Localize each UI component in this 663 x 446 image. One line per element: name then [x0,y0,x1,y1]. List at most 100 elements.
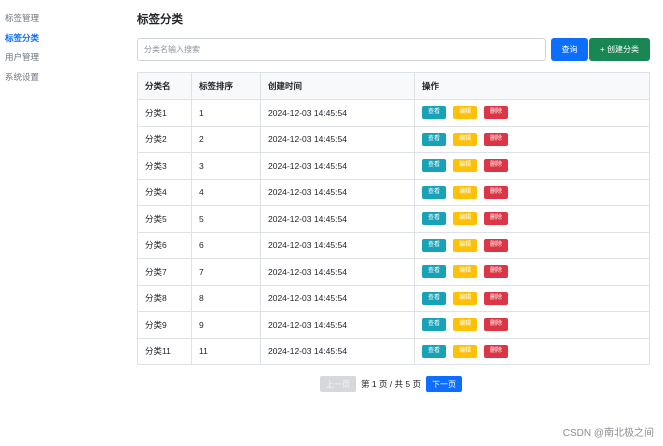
delete-button[interactable]: 删除 [484,344,509,358]
cell-tag-order: 11 [191,337,261,365]
view-button[interactable]: 查看 [422,212,447,226]
category-table: 分类名 标签排序 创建时间 操作 分类1 1 2024-12-03 14:45:54… [137,72,650,365]
sidebar: 标签管理 标签分类 用户管理 系统设置 [0,0,120,87]
view-button[interactable]: 查看 [422,265,447,279]
edit-button[interactable]: 编辑 [453,106,478,120]
delete-button[interactable]: 删除 [484,212,509,226]
cell-actions: 查看 编辑 删除 [414,178,650,206]
header-actions: 操作 [414,72,650,100]
delete-button[interactable]: 删除 [484,185,509,199]
cell-category-name: 分类5 [137,205,192,233]
watermark: CSDN @南北极之间 [562,428,654,439]
cell-created-time: 2024-12-03 14:45:54 [260,258,415,286]
cell-tag-order: 8 [191,284,261,312]
table-row: 分类5 5 2024-12-03 14:45:54 查看 编辑 删除 [137,205,650,233]
delete-button[interactable]: 删除 [484,291,509,305]
edit-button[interactable]: 编辑 [453,212,478,226]
cell-actions: 查看 编辑 删除 [414,205,650,233]
table-header-row: 分类名 标签排序 创建时间 操作 [137,72,650,100]
delete-button[interactable]: 删除 [484,238,509,252]
delete-button[interactable]: 删除 [484,159,509,173]
cell-tag-order: 5 [191,205,261,233]
table-row: 分类11 11 2024-12-03 14:45:54 查看 编辑 删除 [137,337,650,365]
cell-created-time: 2024-12-03 14:45:54 [260,311,415,339]
cell-category-name: 分类8 [137,284,192,312]
delete-button[interactable]: 删除 [484,265,509,279]
edit-button[interactable]: 编辑 [453,159,478,173]
create-category-button[interactable]: + 创建分类 [589,38,650,61]
edit-button[interactable]: 编辑 [453,132,478,146]
view-button[interactable]: 查看 [422,132,447,146]
cell-tag-order: 2 [191,125,261,153]
page-status: 第 1 页 / 共 5 页 [361,379,421,389]
cell-category-name: 分类4 [137,178,192,206]
cell-created-time: 2024-12-03 14:45:54 [260,231,415,259]
search-input[interactable] [137,38,546,61]
view-button[interactable]: 查看 [422,238,447,252]
search-button[interactable]: 查询 [551,38,588,61]
edit-button[interactable]: 编辑 [453,265,478,279]
header-category-name: 分类名 [137,72,192,100]
cell-category-name: 分类3 [137,152,192,180]
cell-category-name: 分类7 [137,258,192,286]
edit-button[interactable]: 编辑 [453,238,478,252]
cell-actions: 查看 编辑 删除 [414,284,650,312]
cell-created-time: 2024-12-03 14:45:54 [260,125,415,153]
table-row: 分类8 8 2024-12-03 14:45:54 查看 编辑 删除 [137,284,650,312]
cell-created-time: 2024-12-03 14:45:54 [260,284,415,312]
cell-category-name: 分类1 [137,99,192,127]
edit-button[interactable]: 编辑 [453,318,478,332]
cell-actions: 查看 编辑 删除 [414,311,650,339]
view-button[interactable]: 查看 [422,318,447,332]
header-tag-order: 标签排序 [191,72,261,100]
prev-page-button[interactable]: 上一页 [320,376,356,392]
table-row: 分类1 1 2024-12-03 14:45:54 查看 编辑 删除 [137,99,650,127]
view-button[interactable]: 查看 [422,159,447,173]
cell-tag-order: 9 [191,311,261,339]
edit-button[interactable]: 编辑 [453,344,478,358]
cell-category-name: 分类9 [137,311,192,339]
delete-button[interactable]: 删除 [484,106,509,120]
cell-actions: 查看 编辑 删除 [414,125,650,153]
header-created-time: 创建时间 [260,72,415,100]
table-body: 分类1 1 2024-12-03 14:45:54 查看 编辑 删除 分类2 2 2024-12… [137,99,650,365]
view-button[interactable]: 查看 [422,291,447,305]
cell-tag-order: 1 [191,99,261,127]
view-button[interactable]: 查看 [422,106,447,120]
cell-tag-order: 7 [191,258,261,286]
cell-tag-order: 3 [191,152,261,180]
cell-created-time: 2024-12-03 14:45:54 [260,205,415,233]
cell-actions: 查看 编辑 删除 [414,231,650,259]
cell-actions: 查看 编辑 删除 [414,99,650,127]
sidebar-item-user-management[interactable]: 用户管理 [0,48,120,68]
sidebar-item-tag-category[interactable]: 标签分类 [0,29,120,49]
table-row: 分类7 7 2024-12-03 14:45:54 查看 编辑 删除 [137,258,650,286]
cell-actions: 查看 编辑 删除 [414,152,650,180]
cell-created-time: 2024-12-03 14:45:54 [260,178,415,206]
view-button[interactable]: 查看 [422,344,447,358]
edit-button[interactable]: 编辑 [453,185,478,199]
view-button[interactable]: 查看 [422,185,447,199]
delete-button[interactable]: 删除 [484,318,509,332]
sidebar-item-system-settings[interactable]: 系统设置 [0,68,120,88]
table-row: 分类4 4 2024-12-03 14:45:54 查看 编辑 删除 [137,178,650,206]
cell-tag-order: 6 [191,231,261,259]
table-row: 分类6 6 2024-12-03 14:45:54 查看 编辑 删除 [137,231,650,259]
cell-category-name: 分类2 [137,125,192,153]
cell-actions: 查看 编辑 删除 [414,337,650,365]
cell-actions: 查看 编辑 删除 [414,258,650,286]
cell-created-time: 2024-12-03 14:45:54 [260,337,415,365]
cell-created-time: 2024-12-03 14:45:54 [260,99,415,127]
cell-category-name: 分类11 [137,337,192,365]
table-row: 分类2 2 2024-12-03 14:45:54 查看 编辑 删除 [137,125,650,153]
page-title: 标签分类 [137,14,183,26]
cell-tag-order: 4 [191,178,261,206]
delete-button[interactable]: 删除 [484,132,509,146]
sidebar-item-tag-management[interactable]: 标签管理 [0,9,120,29]
next-page-button[interactable]: 下一页 [426,376,462,392]
table-row: 分类3 3 2024-12-03 14:45:54 查看 编辑 删除 [137,152,650,180]
table-row: 分类9 9 2024-12-03 14:45:54 查看 编辑 删除 [137,311,650,339]
pagination: 上一页 第 1 页 / 共 5 页 下一页 [320,376,462,392]
edit-button[interactable]: 编辑 [453,291,478,305]
cell-created-time: 2024-12-03 14:45:54 [260,152,415,180]
